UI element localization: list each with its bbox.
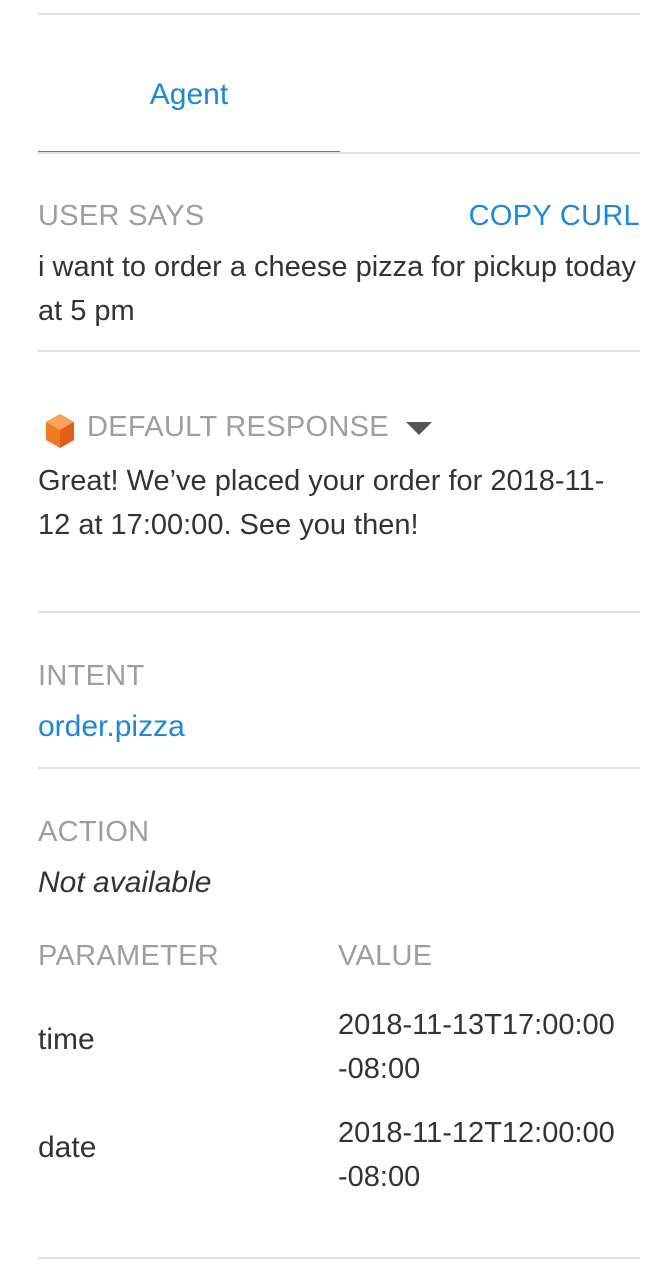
parameter-value: 2018-11-13T17:00:00 -08:00 [338,1003,638,1091]
user-says-divider [38,350,640,352]
dialogflow-test-console: Agent USER SAYS COPY CURL i want to orde… [0,0,664,1274]
intent-label: INTENT [38,660,145,692]
parameter-value-line: -08:00 [338,1053,421,1085]
user-says-label: USER SAYS [38,200,205,232]
copy-curl-button[interactable]: COPY CURL [469,200,640,233]
parameter-name: time [38,1023,95,1056]
tabs-divider [38,152,640,154]
intent-link[interactable]: order.pizza [38,710,185,744]
user-says-text: i want to order a cheese pizza for picku… [38,251,637,327]
action-value: Not available [38,866,212,899]
parameter-value: 2018-11-12T12:00:00 -08:00 [338,1111,638,1199]
default-response-label: DEFAULT RESPONSE [87,411,389,443]
value-column-header: VALUE [338,940,433,972]
top-divider [38,13,640,15]
parameter-name: date [38,1131,97,1164]
intent-divider [38,767,640,769]
tab-agent[interactable]: Agent [38,78,340,112]
response-divider [38,611,640,613]
response-dropdown-caret-icon[interactable] [406,422,432,435]
dialogflow-cube-icon [46,414,74,448]
bottom-divider [38,1257,640,1259]
parameter-value-line: -08:00 [338,1161,421,1193]
parameter-value-line: 2018-11-13T17:00:00 [338,1009,615,1041]
action-label: ACTION [38,816,150,848]
parameter-column-header: PARAMETER [38,940,220,972]
parameter-value-line: 2018-11-12T12:00:00 [338,1117,615,1149]
default-response-text: Great! We’ve placed your order for 2018-… [38,465,605,541]
